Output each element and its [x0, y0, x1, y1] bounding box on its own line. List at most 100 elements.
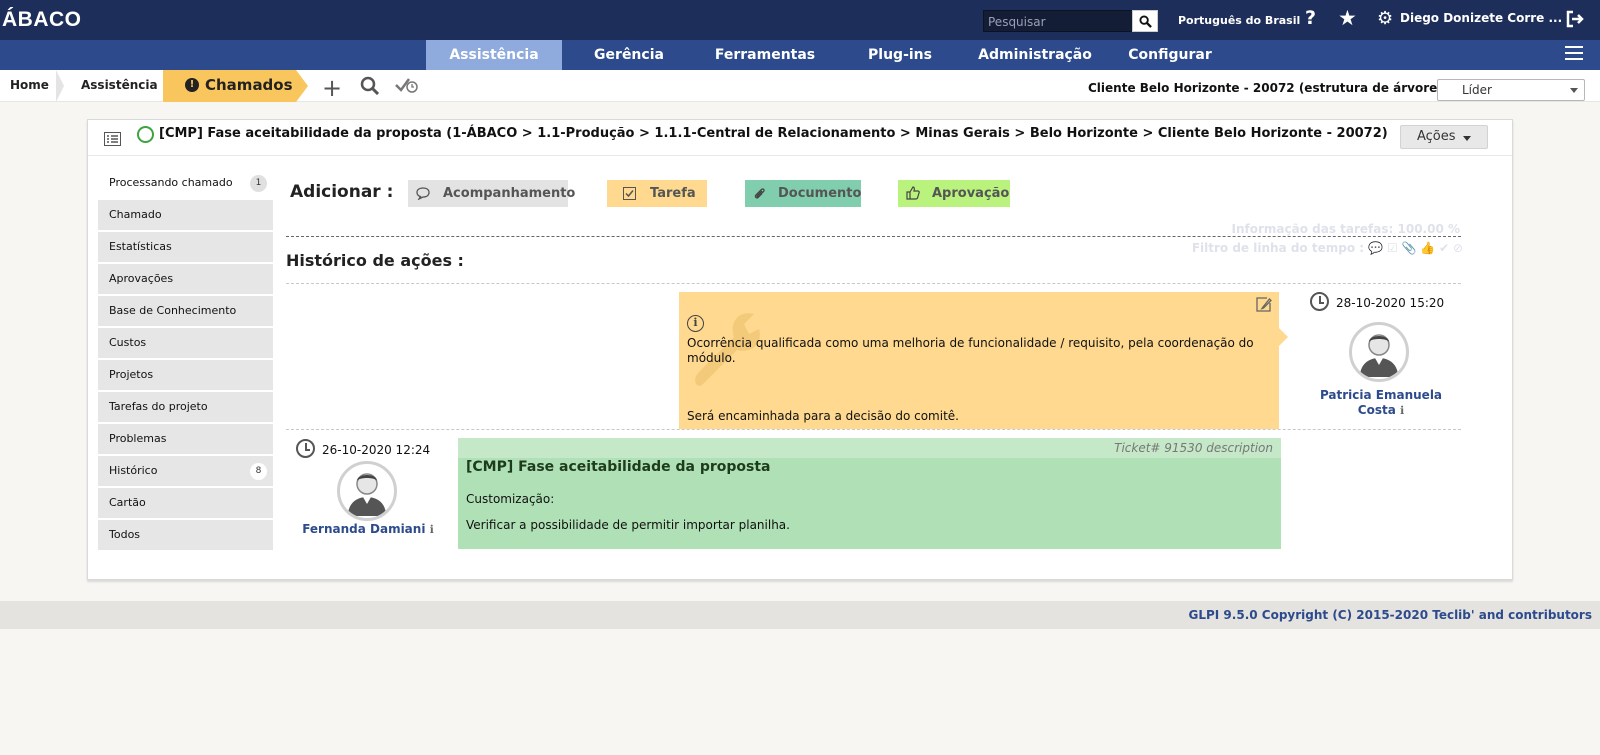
- gear-icon[interactable]: ⚙: [1377, 8, 1393, 29]
- thumbs-up-icon: [906, 180, 920, 210]
- add-followup-button[interactable]: Acompanhamento: [408, 180, 575, 210]
- tab-count-badge: 8: [250, 463, 267, 480]
- description-text-line: Verificar a possibilidade de permitir im…: [466, 518, 790, 532]
- user-info-icon[interactable]: ℹ: [430, 523, 434, 536]
- avatar: [1349, 322, 1409, 382]
- ticket-card: [CMP] Fase aceitabilidade da proposta (1…: [87, 119, 1513, 580]
- tab-chamado[interactable]: Chamado: [98, 200, 273, 230]
- tab-problemas[interactable]: Problemas: [98, 424, 273, 454]
- task-text-line: módulo.: [687, 351, 736, 365]
- breadcrumb-chamados[interactable]: ! Chamados: [163, 70, 296, 102]
- ticket-header: [CMP] Fase aceitabilidade da proposta (1…: [88, 120, 1512, 156]
- list-view-icon[interactable]: [104, 131, 121, 150]
- active-entity[interactable]: Cliente Belo Horizonte - 20072 (estrutur…: [1088, 81, 1443, 95]
- side-tabs: Processando chamado 1 Chamado Estatística…: [98, 168, 273, 552]
- info-icon: i: [687, 315, 704, 332]
- tab-label: Estatísticas: [109, 240, 172, 253]
- add-ticket-icon[interactable]: +: [322, 74, 342, 102]
- breadcrumb-chamados-label: Chamados: [205, 76, 293, 94]
- tab-processando-chamado[interactable]: Processando chamado 1: [98, 168, 273, 198]
- menu-ferramentas[interactable]: Ferramentas: [705, 40, 825, 70]
- tab-label: Custos: [109, 336, 147, 349]
- tab-cartao[interactable]: Cartão: [98, 488, 273, 518]
- user-info-icon[interactable]: ℹ: [1400, 404, 1404, 417]
- search-input[interactable]: [984, 12, 1130, 32]
- add-followup-label: Acompanhamento: [443, 186, 576, 201]
- breadcrumb-bar: Home Assistência ! Chamados + Cliente Be…: [0, 70, 1600, 102]
- tab-label: Problemas: [109, 432, 167, 445]
- edit-icon[interactable]: [1255, 296, 1273, 317]
- breadcrumb-assistencia[interactable]: Assistência: [66, 70, 166, 102]
- add-label: Adicionar :: [290, 182, 394, 202]
- user-menu[interactable]: Diego Donizete Corre ...: [1400, 11, 1562, 25]
- tab-label: Tarefas do projeto: [109, 400, 208, 413]
- search-icon: [1138, 14, 1152, 28]
- timeline-filter-icons[interactable]: 💬 ☑ 📎 👍 ✔ ⊘: [1368, 241, 1463, 255]
- description-author[interactable]: Fernanda Damiani ℹ: [293, 522, 443, 537]
- divider: [286, 429, 1461, 430]
- tab-label: Chamado: [109, 208, 162, 221]
- app-logo[interactable]: ÁBACO: [2, 8, 82, 32]
- alert-icon: !: [185, 78, 199, 92]
- tab-tarefas-projeto[interactable]: Tarefas do projeto: [98, 392, 273, 422]
- add-validation-label: Aprovação: [932, 186, 1010, 201]
- tab-historico[interactable]: Histórico 8: [98, 456, 273, 486]
- timeline-task: i Ocorrência qualificada como uma melhor…: [679, 292, 1279, 429]
- task-info: Informação das tarefas: 100.00 %: [1231, 222, 1460, 236]
- divider: [286, 236, 1461, 237]
- search-button[interactable]: [1132, 10, 1158, 32]
- chevron-down-icon: [1570, 88, 1578, 93]
- menu-gerencia[interactable]: Gerência: [572, 40, 686, 70]
- task-author-line1: Patricia Emanuela: [1319, 388, 1443, 402]
- tab-base-conhecimento[interactable]: Base de Conhecimento: [98, 296, 273, 326]
- timeline-filter[interactable]: Filtro de linha do tempo : 💬 ☑ 📎 👍 ✔ ⊘: [1088, 241, 1463, 255]
- menu-configurar[interactable]: Configurar: [1120, 40, 1220, 70]
- clock-icon: [296, 439, 315, 458]
- status-new-icon: [137, 126, 154, 143]
- menu-assistencia[interactable]: Assistência: [426, 40, 562, 70]
- tab-todos[interactable]: Todos: [98, 520, 273, 550]
- star-icon[interactable]: ★: [1338, 6, 1357, 30]
- description-author-name: Fernanda Damiani: [302, 522, 426, 536]
- menu-plugins[interactable]: Plug-ins: [850, 40, 950, 70]
- tab-label: Todos: [109, 528, 141, 541]
- tab-aprovacoes[interactable]: Aprovações: [98, 264, 273, 294]
- logout-icon[interactable]: [1566, 10, 1584, 32]
- language-selector[interactable]: Português do Brasil: [1178, 14, 1300, 27]
- task-date: 28-10-2020 15:20: [1336, 296, 1445, 310]
- breadcrumb-home[interactable]: Home: [0, 70, 60, 102]
- hamburger-menu-icon[interactable]: [1565, 46, 1583, 62]
- add-document-button[interactable]: Documento: [745, 180, 861, 207]
- search-box: [983, 10, 1158, 32]
- add-validation-button[interactable]: Aprovação: [898, 180, 1010, 207]
- search-ticket-icon[interactable]: [360, 76, 380, 99]
- profile-select[interactable]: Líder: [1437, 79, 1585, 101]
- task-text-line: Ocorrência qualificada como uma melhoria…: [687, 336, 1254, 350]
- add-task-label: Tarefa: [650, 186, 696, 201]
- main-menu: Assistência Gerência Ferramentas Plug-in…: [0, 40, 1600, 70]
- add-document-label: Documento: [778, 186, 862, 201]
- help-icon[interactable]: ?: [1305, 7, 1316, 29]
- add-task-button[interactable]: Tarefa: [607, 180, 707, 207]
- tab-custos[interactable]: Custos: [98, 328, 273, 358]
- actions-button[interactable]: Ações: [1400, 125, 1488, 149]
- task-author[interactable]: Patricia Emanuela Costa ℹ: [1306, 388, 1456, 418]
- validated-tickets-icon[interactable]: [395, 76, 419, 98]
- avatar: [337, 461, 397, 521]
- menu-administracao[interactable]: Administração: [972, 40, 1098, 70]
- footer-copyright[interactable]: GLPI 9.5.0 Copyright (C) 2015-2020 Tecli…: [1189, 608, 1593, 622]
- history-title: Histórico de ações :: [286, 251, 464, 270]
- divider: [286, 283, 1461, 284]
- clock-icon: [1310, 292, 1329, 311]
- tab-label: Processando chamado: [109, 176, 233, 189]
- speech-bubble-icon: [416, 180, 430, 210]
- tab-projetos[interactable]: Projetos: [98, 360, 273, 390]
- tab-estatisticas[interactable]: Estatísticas: [98, 232, 273, 262]
- checkbox-icon: [623, 180, 636, 210]
- description-label: Ticket# 91530 description: [1114, 441, 1273, 455]
- tab-label: Cartão: [109, 496, 146, 509]
- breadcrumb-separator: [296, 70, 308, 102]
- description-header: Ticket# 91530 description: [458, 438, 1281, 458]
- footer: GLPI 9.5.0 Copyright (C) 2015-2020 Tecli…: [0, 601, 1600, 629]
- description-text-line: Customização:: [466, 492, 555, 506]
